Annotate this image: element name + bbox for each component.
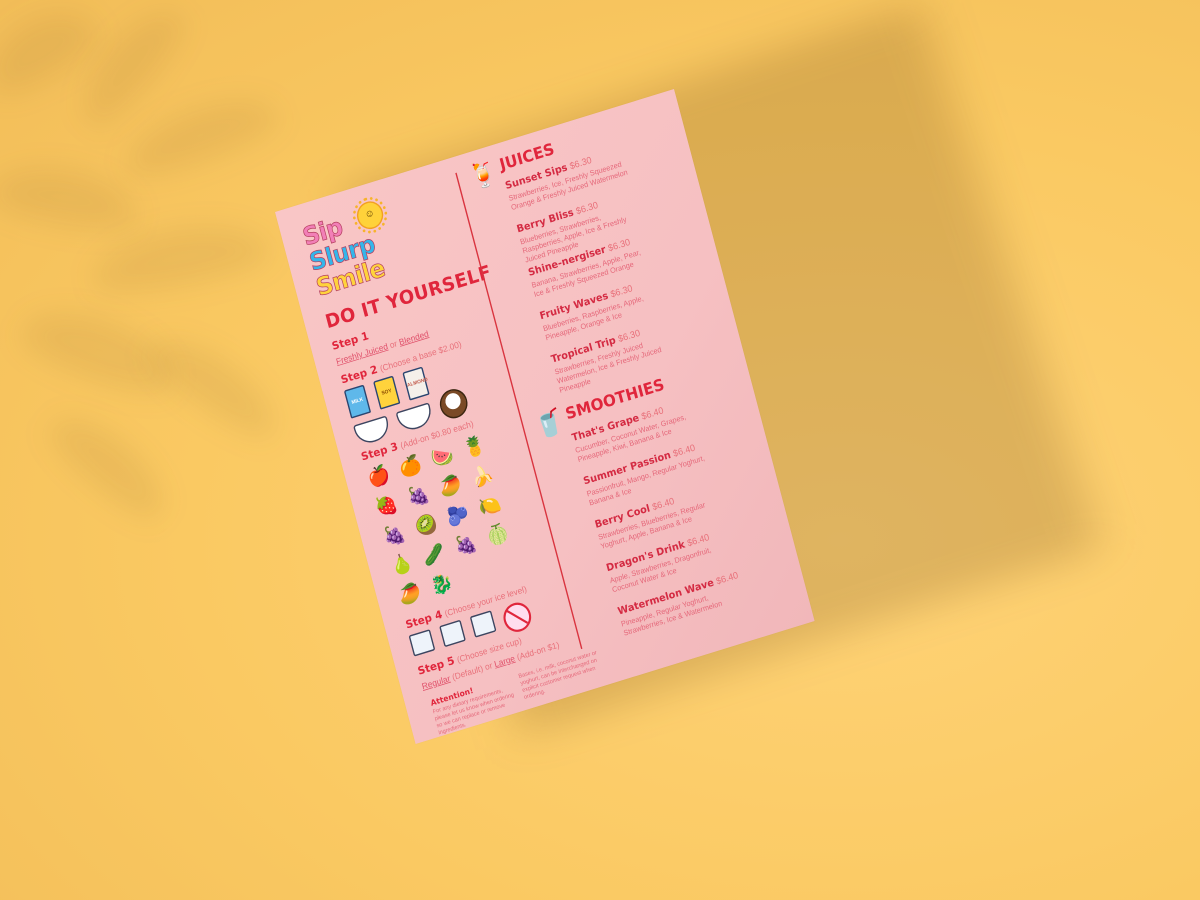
ice-cubes-full-icon[interactable] [408, 629, 436, 657]
apple-icon[interactable]: 🍎 [364, 461, 393, 492]
no-ice-icon[interactable] [500, 599, 535, 636]
raspberry-icon[interactable]: 🍇 [451, 529, 480, 560]
grapes-icon[interactable]: 🍇 [380, 519, 409, 550]
leaf-shadow [0, 157, 144, 238]
pineapple-icon[interactable]: 🍍 [460, 431, 489, 462]
sun-icon: ☺ [353, 198, 387, 233]
passionfruit-icon[interactable]: 🍈 [483, 519, 512, 550]
coconut-icon[interactable] [436, 385, 471, 422]
soy-carton-icon[interactable] [373, 375, 401, 410]
dragonfruit-icon[interactable]: 🐉 [427, 568, 456, 599]
kiwi-icon[interactable]: 🥝 [412, 510, 441, 541]
ice-cube-single-icon[interactable] [469, 610, 497, 638]
smoothie-glass-icon: 🥤 [531, 406, 567, 442]
sun-face: ☺ [363, 206, 376, 221]
almond-carton-icon[interactable] [402, 366, 430, 401]
leaf-shadow [40, 400, 180, 530]
attention-text-1: For any dietary requirements, please let… [432, 687, 515, 736]
cucumber-icon[interactable]: 🥒 [419, 539, 448, 570]
blueberry-icon[interactable]: 🫐 [444, 500, 473, 531]
cocktail-glass-icon: 🍹 [465, 157, 501, 193]
orange-icon[interactable]: 🍊 [396, 451, 425, 482]
milk-carton-icon[interactable] [343, 384, 372, 419]
mango-icon[interactable]: 🥭 [436, 470, 465, 501]
papaya-icon[interactable]: 🥭 [395, 578, 424, 609]
lemon-icon[interactable]: 🍋 [475, 490, 504, 521]
watermelon-icon[interactable]: 🍉 [428, 441, 457, 472]
strawberry-icon[interactable]: 🍓 [372, 490, 401, 521]
option-regular[interactable]: Regular [421, 673, 452, 691]
ice-cubes-less-icon[interactable] [439, 619, 466, 648]
option-blended[interactable]: Blended [398, 329, 430, 348]
logo: Sip Slurp Smile ☺ [299, 197, 413, 303]
pear-icon[interactable]: 🍐 [387, 549, 416, 580]
banana-icon[interactable]: 🍌 [468, 461, 497, 492]
leaf-shadow [116, 84, 284, 186]
option-large[interactable]: Large [493, 653, 516, 669]
grape-icon[interactable]: 🍇 [404, 480, 433, 511]
